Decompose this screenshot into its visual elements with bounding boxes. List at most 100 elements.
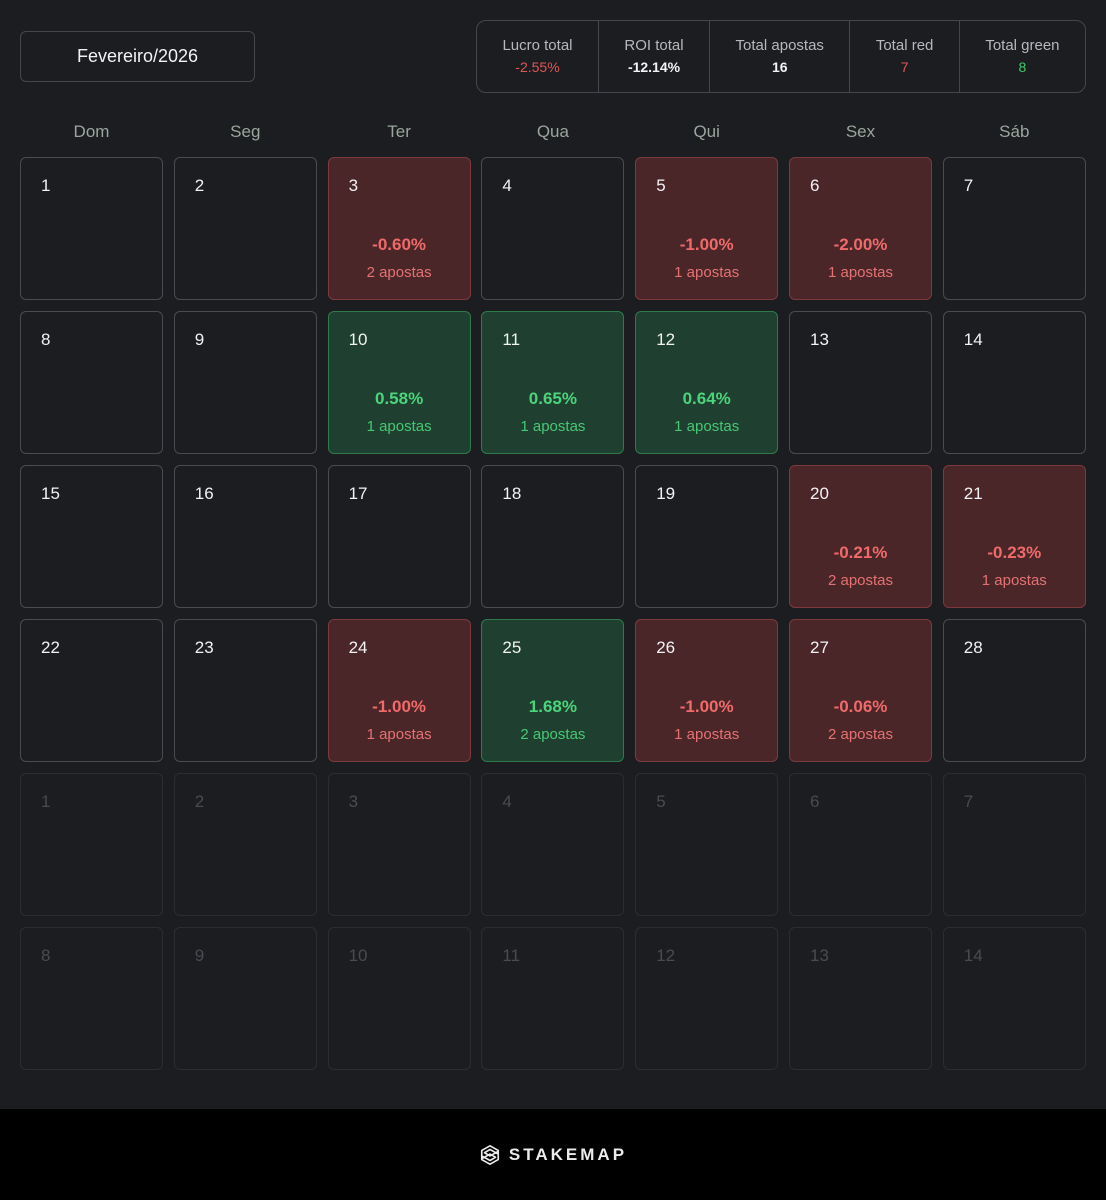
stat-value: 8 (1018, 58, 1027, 75)
calendar-day-cell[interactable]: 12 0.64% 1 apostas (635, 311, 779, 454)
calendar-day-cell[interactable]: 8 (20, 311, 163, 454)
day-number: 13 (810, 330, 829, 349)
day-number: 13 (810, 946, 829, 965)
calendar-day-cell[interactable]: 28 (942, 619, 1086, 762)
calendar-day-cell[interactable]: 12 (635, 927, 779, 1070)
day-number: 12 (656, 946, 676, 965)
day-profit-percent: 0.58% (374, 389, 424, 408)
calendar-day-cell[interactable]: 3 (327, 773, 471, 916)
day-number: 2 (194, 792, 205, 811)
stat-label: Total green (985, 36, 1060, 54)
day-number: 4 (502, 792, 512, 811)
calendar-day-cell[interactable]: 27 -0.06% 2 apostas (789, 619, 932, 762)
calendar-day-cell[interactable]: 2 (173, 773, 317, 916)
weekday-label: Ter (387, 122, 411, 141)
calendar-day-cell[interactable]: 9 (173, 311, 317, 454)
day-number: 7 (963, 792, 974, 811)
calendar-day-cell[interactable]: 23 (173, 619, 317, 762)
day-number: 27 (810, 638, 829, 657)
calendar-day-cell[interactable]: 13 (789, 927, 932, 1070)
day-number: 1 (41, 176, 51, 195)
day-profit-percent: -0.06% (833, 697, 888, 716)
calendar-panel: Fevereiro/2026 Lucro total -2.55% ROI to… (0, 0, 1106, 1109)
day-bet-count: 1 apostas (520, 418, 586, 435)
calendar-day-cell[interactable]: 4 (481, 773, 625, 916)
day-bet-count: 2 apostas (520, 726, 586, 743)
day-profit-percent: -0.23% (987, 543, 1042, 562)
stat-value: -2.55% (515, 58, 560, 75)
day-number: 16 (194, 484, 214, 503)
calendar-day-cell[interactable]: 19 (635, 465, 779, 608)
day-profit-percent: 0.65% (528, 389, 577, 408)
day-number: 28 (963, 638, 983, 657)
day-number: 11 (502, 946, 521, 965)
calendar-day-cell[interactable]: 7 (942, 773, 1086, 916)
footer: STAKEMAP (0, 1109, 1106, 1200)
calendar-day-cell[interactable]: 17 (327, 465, 471, 608)
calendar-day-cell[interactable]: 6 -2.00% 1 apostas (789, 157, 932, 300)
day-bet-count: 1 apostas (827, 264, 894, 281)
day-profit-percent: 0.64% (682, 389, 731, 408)
day-number: 9 (194, 946, 205, 965)
calendar-day-cell[interactable]: 13 (789, 311, 932, 454)
calendar-day-cell[interactable]: 10 (327, 927, 471, 1070)
month-selector[interactable]: Fevereiro/2026 (20, 31, 255, 82)
weekday-label: Sex (845, 122, 876, 141)
calendar-day-cell[interactable]: 25 1.68% 2 apostas (481, 619, 625, 762)
day-bet-count: 2 apostas (827, 572, 894, 589)
calendar-day-cell[interactable]: 4 (481, 157, 625, 300)
day-number: 22 (41, 638, 60, 657)
day-number: 26 (656, 638, 676, 657)
calendar-day-cell[interactable]: 16 (173, 465, 317, 608)
calendar-day-cell[interactable]: 21 -0.23% 1 apostas (942, 465, 1086, 608)
day-profit-percent: -1.00% (679, 697, 734, 716)
stat-label: Total red (875, 36, 934, 54)
calendar-day-cell[interactable]: 18 (481, 465, 625, 608)
stakemap-logo-icon (480, 1144, 499, 1165)
stat-total-green: Total green 8 (958, 21, 1085, 92)
day-number: 12 (656, 330, 676, 349)
calendar-day-cell[interactable]: 3 -0.60% 2 apostas (327, 157, 471, 300)
day-bet-count: 1 apostas (674, 418, 740, 435)
stat-value: -12.14% (627, 58, 681, 75)
calendar-day-cell[interactable]: 7 (942, 157, 1086, 300)
calendar-day-cell[interactable]: 9 (173, 927, 317, 1070)
calendar-day-cell[interactable]: 2 (173, 157, 317, 300)
day-bet-count: 1 apostas (366, 726, 432, 743)
day-number: 6 (810, 176, 820, 195)
weekday-label: Qui (693, 122, 720, 141)
stat-label: Total apostas (735, 36, 824, 54)
calendar-day-cell[interactable]: 24 -1.00% 1 apostas (327, 619, 471, 762)
stat-total-red: Total red 7 (849, 21, 958, 92)
calendar-day-cell[interactable]: 1 (20, 773, 163, 916)
calendar-day-cell[interactable]: 6 (789, 773, 932, 916)
day-number: 23 (194, 638, 214, 657)
day-number: 21 (963, 484, 983, 503)
calendar-day-cell[interactable]: 15 (20, 465, 163, 608)
calendar-grid: 1 2 3 -0.60% 2 apostas 4 5 -1.00% 1 apostas 6 -2.0… (20, 157, 1086, 1070)
calendar-day-cell[interactable]: 22 (20, 619, 163, 762)
month-label: Fevereiro/2026 (76, 46, 199, 66)
calendar-day-cell[interactable]: 11 0.65% 1 apostas (481, 311, 625, 454)
day-number: 8 (41, 946, 51, 965)
stat-label: ROI total (624, 36, 684, 54)
calendar-day-cell[interactable]: 26 -1.00% 1 apostas (635, 619, 779, 762)
day-number: 8 (41, 330, 51, 349)
day-number: 18 (502, 484, 522, 503)
stat-lucro-total: Lucro total -2.55% (477, 21, 598, 92)
calendar-day-cell[interactable]: 8 (20, 927, 163, 1070)
day-number: 15 (41, 484, 60, 503)
calendar-day-cell[interactable]: 5 (635, 773, 779, 916)
calendar-day-cell[interactable]: 11 (481, 927, 625, 1070)
calendar-day-cell[interactable]: 5 -1.00% 1 apostas (635, 157, 779, 300)
day-bet-count: 1 apostas (674, 726, 740, 743)
calendar-day-cell[interactable]: 14 (942, 927, 1086, 1070)
day-number: 14 (963, 946, 983, 965)
calendar-day-cell[interactable]: 20 -0.21% 2 apostas (789, 465, 932, 608)
day-bet-count: 2 apostas (366, 264, 432, 281)
calendar-day-cell[interactable]: 1 (20, 157, 163, 300)
calendar-day-cell[interactable]: 14 (942, 311, 1086, 454)
day-number: 25 (502, 638, 522, 657)
day-number: 5 (656, 176, 666, 195)
calendar-day-cell[interactable]: 10 0.58% 1 apostas (327, 311, 471, 454)
